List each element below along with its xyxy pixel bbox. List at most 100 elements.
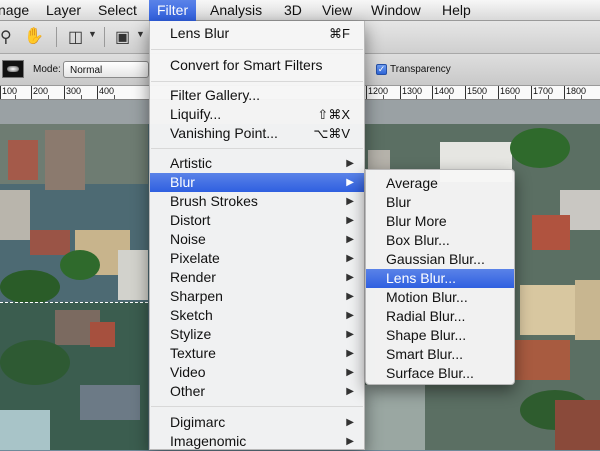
chevron-down-icon[interactable]: ▼ [136,29,145,39]
menu-item-label: Blur More [386,213,447,229]
menu-item-label: Noise [170,231,206,247]
menu-image[interactable]: nage [0,0,37,21]
chevron-down-icon[interactable]: ▼ [88,29,97,39]
ruler-label: 1300 [402,86,423,96]
photo-trees [0,340,70,385]
menu-item-pixelate[interactable]: Pixelate ▶ [150,249,364,268]
photo-building [118,250,148,300]
filter-menu: Lens Blur ⌘F Convert for Smart Filters Fi… [149,21,365,450]
menu-filter[interactable]: Filter [149,0,197,21]
screen-mode-icon[interactable]: ▣ [115,27,130,47]
menu-item-texture[interactable]: Texture ▶ [150,344,364,363]
menu-item-label: Vanishing Point... [170,125,278,141]
chevron-right-icon: ▶ [346,158,354,169]
ruler-minor-tick [81,95,82,99]
menu-item-label: Sketch [170,307,213,323]
ruler-label: 200 [33,86,49,96]
menu-separator [151,81,363,82]
transparency-label: Transparency [390,64,451,75]
menu-item-label: Filter Gallery... [170,87,260,103]
menu-item-surface-blur[interactable]: Surface Blur... [366,364,514,383]
menu-item-convert-smart-filters[interactable]: Convert for Smart Filters [150,56,364,75]
menu-item-gaussian-blur[interactable]: Gaussian Blur... [366,250,514,269]
chevron-right-icon: ▶ [346,234,354,245]
menu-item-imagenomic[interactable]: Imagenomic ▶ [150,432,364,451]
menu-item-distort[interactable]: Distort ▶ [150,211,364,230]
menu-item-shape-blur[interactable]: Shape Blur... [366,326,514,345]
menu-item-label: Surface Blur... [386,365,474,381]
menu-separator [151,406,363,407]
chevron-right-icon: ▶ [346,436,354,447]
menu-analysis[interactable]: Analysis [202,0,270,21]
menu-select[interactable]: Select [90,0,145,21]
menu-item-label: Radial Blur... [386,308,466,324]
menu-item-label: Average [386,175,438,191]
menu-item-label: Box Blur... [386,232,450,248]
menu-separator [151,148,363,149]
chevron-right-icon: ▶ [346,367,354,378]
menu-item-stylize[interactable]: Stylize ▶ [150,325,364,344]
menu-item-label: Stylize [170,326,212,342]
photo-building [0,410,50,450]
ruler-tick [97,86,98,99]
brush-preset-icon[interactable] [2,60,24,78]
mode-select[interactable]: Normal [63,61,149,78]
menu-item-artistic[interactable]: Artistic ▶ [150,154,364,173]
photo-building [8,140,38,180]
menu-3d[interactable]: 3D [276,0,310,21]
photo-parking-lot [80,385,140,420]
photo-building [555,400,600,450]
ruler-tick [366,86,367,99]
chevron-right-icon: ▶ [346,196,354,207]
menu-item-label: Pixelate [170,250,220,266]
photo-building [45,130,85,190]
ruler-tick [531,86,532,99]
ruler-minor-tick [114,95,115,99]
menu-item-label: Lens Blur [170,25,230,41]
menu-item-digimarc[interactable]: Digimarc ▶ [150,413,364,432]
menu-item-blur[interactable]: Blur ▶ [150,173,364,192]
menu-item-shortcut: ⇧⌘X [317,107,350,122]
menu-window[interactable]: Window [363,0,429,21]
menu-item-lens-blur-last[interactable]: Lens Blur ⌘F [150,24,364,43]
menu-item-blur-simple[interactable]: Blur [366,193,514,212]
menu-item-label: Texture [170,345,216,361]
menu-item-video[interactable]: Video ▶ [150,363,364,382]
menu-item-label: Lens Blur... [386,270,457,286]
menu-item-brush-strokes[interactable]: Brush Strokes ▶ [150,192,364,211]
menu-item-average[interactable]: Average [366,174,514,193]
menu-item-radial-blur[interactable]: Radial Blur... [366,307,514,326]
transparency-checkbox[interactable]: ✓ [376,64,387,75]
menu-item-other[interactable]: Other ▶ [150,382,364,401]
menu-item-render[interactable]: Render ▶ [150,268,364,287]
ruler-minor-tick [416,95,417,99]
menu-item-vanishing-point[interactable]: Vanishing Point... ⌥⌘V [150,124,364,143]
menu-item-filter-gallery[interactable]: Filter Gallery... [150,86,364,105]
menu-view[interactable]: View [314,0,360,21]
menu-bar: nage Layer Select Filter Analysis 3D Vie… [0,0,600,21]
menu-item-noise[interactable]: Noise ▶ [150,230,364,249]
photo-trees [510,128,570,168]
menu-item-motion-blur[interactable]: Motion Blur... [366,288,514,307]
menu-item-liquify[interactable]: Liquify... ⇧⌘X [150,105,364,124]
menu-help[interactable]: Help [434,0,479,21]
menu-item-box-blur[interactable]: Box Blur... [366,231,514,250]
menu-item-sketch[interactable]: Sketch ▶ [150,306,364,325]
zoom-icon[interactable]: ⚲ [0,27,12,47]
menu-item-blur-more[interactable]: Blur More [366,212,514,231]
menu-item-label: Artistic [170,155,212,171]
mode-select-value: Normal [70,65,103,76]
ruler-minor-tick [581,95,582,99]
menu-item-label: Convert for Smart Filters [170,57,323,73]
menu-layer[interactable]: Layer [38,0,89,21]
chevron-right-icon: ▶ [346,177,354,188]
menu-item-smart-blur[interactable]: Smart Blur... [366,345,514,364]
menu-item-lens-blur[interactable]: Lens Blur... [366,269,514,288]
menu-item-sharpen[interactable]: Sharpen ▶ [150,287,364,306]
menu-item-shortcut: ⌘F [329,26,350,41]
ruler-tick [31,86,32,99]
ruler-tick [465,86,466,99]
hand-tool-icon[interactable]: ✋ [24,26,44,46]
menu-item-label: Motion Blur... [386,289,468,305]
arrange-documents-icon[interactable]: ◫ [68,27,83,47]
